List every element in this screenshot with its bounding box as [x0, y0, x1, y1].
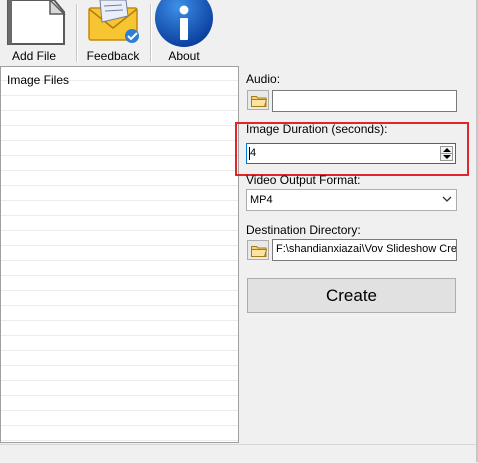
destination-directory-field[interactable]: F:\shandianxiazai\Vov Slideshow Crea: [272, 239, 457, 261]
destination-browse-button[interactable]: [247, 240, 269, 260]
folder-icon: [251, 246, 267, 257]
status-bar: [0, 444, 478, 463]
video-output-format-label: Video Output Format:: [246, 173, 361, 187]
video-output-format-select[interactable]: MP4: [246, 189, 457, 211]
image-files-header: Image Files: [7, 73, 70, 87]
destination-directory-label: Destination Directory:: [246, 223, 361, 237]
about-button[interactable]: About: [154, 0, 214, 65]
feedback-label: Feedback: [86, 49, 140, 63]
chevron-down-icon: [442, 196, 452, 202]
image-files-list[interactable]: Image Files: [0, 66, 239, 443]
create-button[interactable]: Create: [247, 278, 456, 313]
audio-label: Audio:: [246, 72, 281, 86]
highlight-box: [235, 122, 469, 176]
add-file-button[interactable]: Add File: [0, 0, 68, 65]
add-file-label: Add File: [11, 49, 57, 63]
video-output-format-value: MP4: [250, 194, 273, 206]
info-icon: [155, 0, 213, 47]
toolbar-separator: [150, 4, 152, 62]
feedback-button[interactable]: Feedback: [80, 0, 146, 65]
toolbar: Add File Feedback About: [0, 0, 478, 65]
document-icon: [7, 0, 66, 45]
toolbar-separator: [76, 4, 78, 62]
audio-browse-button[interactable]: [247, 90, 269, 110]
audio-path-field[interactable]: [272, 90, 457, 112]
folder-icon: [251, 96, 267, 107]
about-label: About: [168, 49, 200, 63]
envelope-icon: [88, 0, 139, 43]
